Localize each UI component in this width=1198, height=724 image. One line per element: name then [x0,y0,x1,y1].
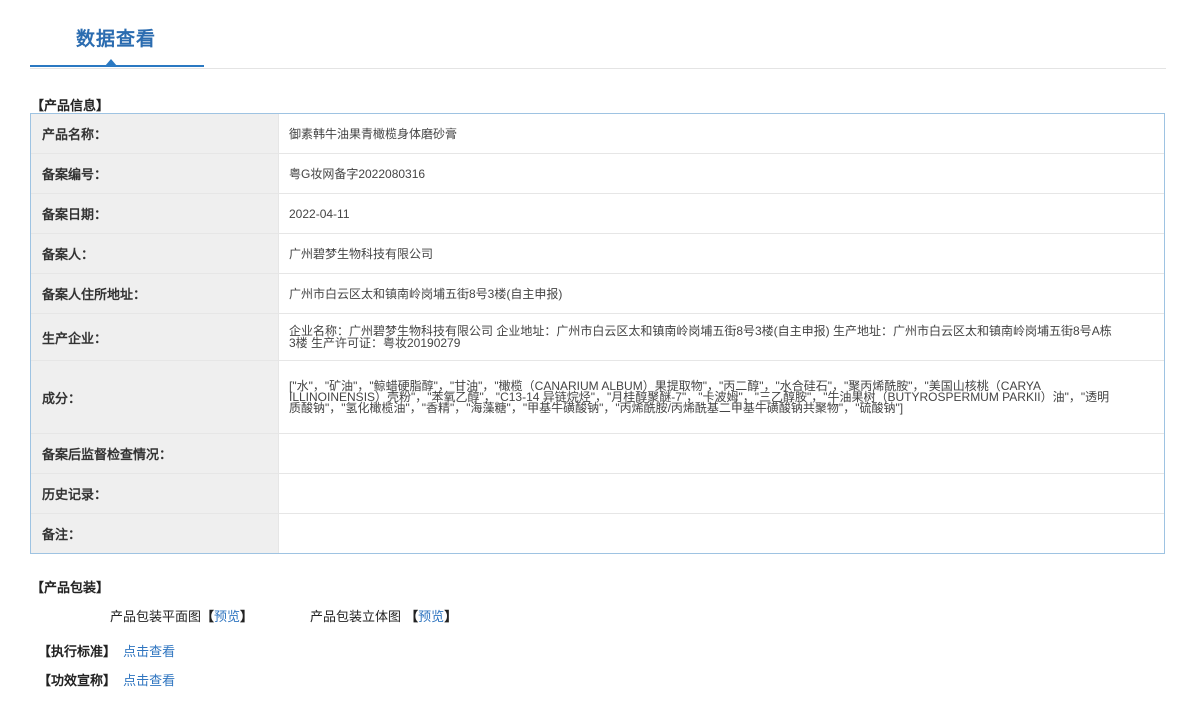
tab-data-view[interactable]: 数据查看 [76,24,156,51]
active-tab-caret-icon [105,59,117,66]
row-label: 备案编号： [31,154,279,193]
packaging-flat: 产品包装平面图【预览】 [110,606,253,625]
close-bracket: 】 [444,610,458,625]
active-tab-underline [30,65,204,67]
row-label: 产品名称： [31,114,279,153]
row-value: ["水"，"矿油"，"鲸蜡硬脂醇"，"甘油"，"橄榄（CANARIUM ALBU… [289,378,1110,415]
row-label: 备案人住所地址： [31,274,279,313]
row-value: 粤G妆网备字2022080316 [289,166,426,181]
row-label: 备案人： [31,234,279,273]
packaging-flat-label: 产品包装平面图 [110,610,202,625]
packaging-heading: 【产品包装】 [31,581,110,596]
row-label: 生产企业： [31,314,279,360]
table-row: 历史记录： [31,474,1164,514]
row-value: 企业名称：广州碧梦生物科技有限公司 企业地址：广州市白云区太和镇南岭岗埔五街8号… [289,324,1112,350]
packaging-solid-label: 产品包装立体图 [310,610,402,625]
solid-preview-link[interactable]: 预览 [418,610,444,625]
claims-label: 【功效宣称】 [38,674,117,689]
standard-label: 【执行标准】 [38,645,117,660]
row-value: 广州市白云区太和镇南岭岗埔五街8号3楼(自主申报) [289,286,563,301]
row-value: 2022-04-11 [289,206,350,221]
product-info-table: 产品名称： 御素韩牛油果青橄榄身体磨砂膏 备案编号： 粤G妆网备字2022080… [30,113,1165,554]
row-value [279,514,1164,553]
row-value: 广州碧梦生物科技有限公司 [289,246,434,261]
claims-line: 【功效宣称】 点击查看 [38,670,175,689]
table-row: 成分： ["水"，"矿油"，"鲸蜡硬脂醇"，"甘油"，"橄榄（CANARIUM … [31,361,1164,434]
row-value [279,434,1164,473]
row-label: 备案日期： [31,194,279,233]
table-row: 备案编号： 粤G妆网备字2022080316 [31,154,1164,194]
table-row: 备案人： 广州碧梦生物科技有限公司 [31,234,1164,274]
claims-view-link[interactable]: 点击查看 [123,674,175,689]
table-row: 生产企业： 企业名称：广州碧梦生物科技有限公司 企业地址：广州市白云区太和镇南岭… [31,314,1164,361]
standard-line: 【执行标准】 点击查看 [38,641,175,660]
standard-view-link[interactable]: 点击查看 [123,645,175,660]
row-label: 历史记录： [31,474,279,513]
row-value: 御素韩牛油果青橄榄身体磨砂膏 [289,126,458,141]
tab-bar: 数据查看 [30,0,1166,69]
open-bracket: 【 [405,610,419,625]
table-row: 备案人住所地址： 广州市白云区太和镇南岭岗埔五街8号3楼(自主申报) [31,274,1164,314]
flat-preview-link[interactable]: 预览 [214,610,240,625]
table-row: 备注： [31,514,1164,553]
row-label: 成分： [31,361,279,433]
table-row: 备案后监督检查情况： [31,434,1164,474]
table-row: 产品名称： 御素韩牛油果青橄榄身体磨砂膏 [31,114,1164,154]
close-bracket: 】 [240,610,254,625]
open-bracket: 【 [201,610,215,625]
product-info-heading: 【产品信息】 [31,99,110,114]
row-value [279,474,1164,513]
table-row: 备案日期： 2022-04-11 [31,194,1164,234]
packaging-solid: 产品包装立体图 【预览】 [310,606,457,625]
row-label: 备注： [31,514,279,553]
row-label: 备案后监督检查情况： [31,434,279,473]
